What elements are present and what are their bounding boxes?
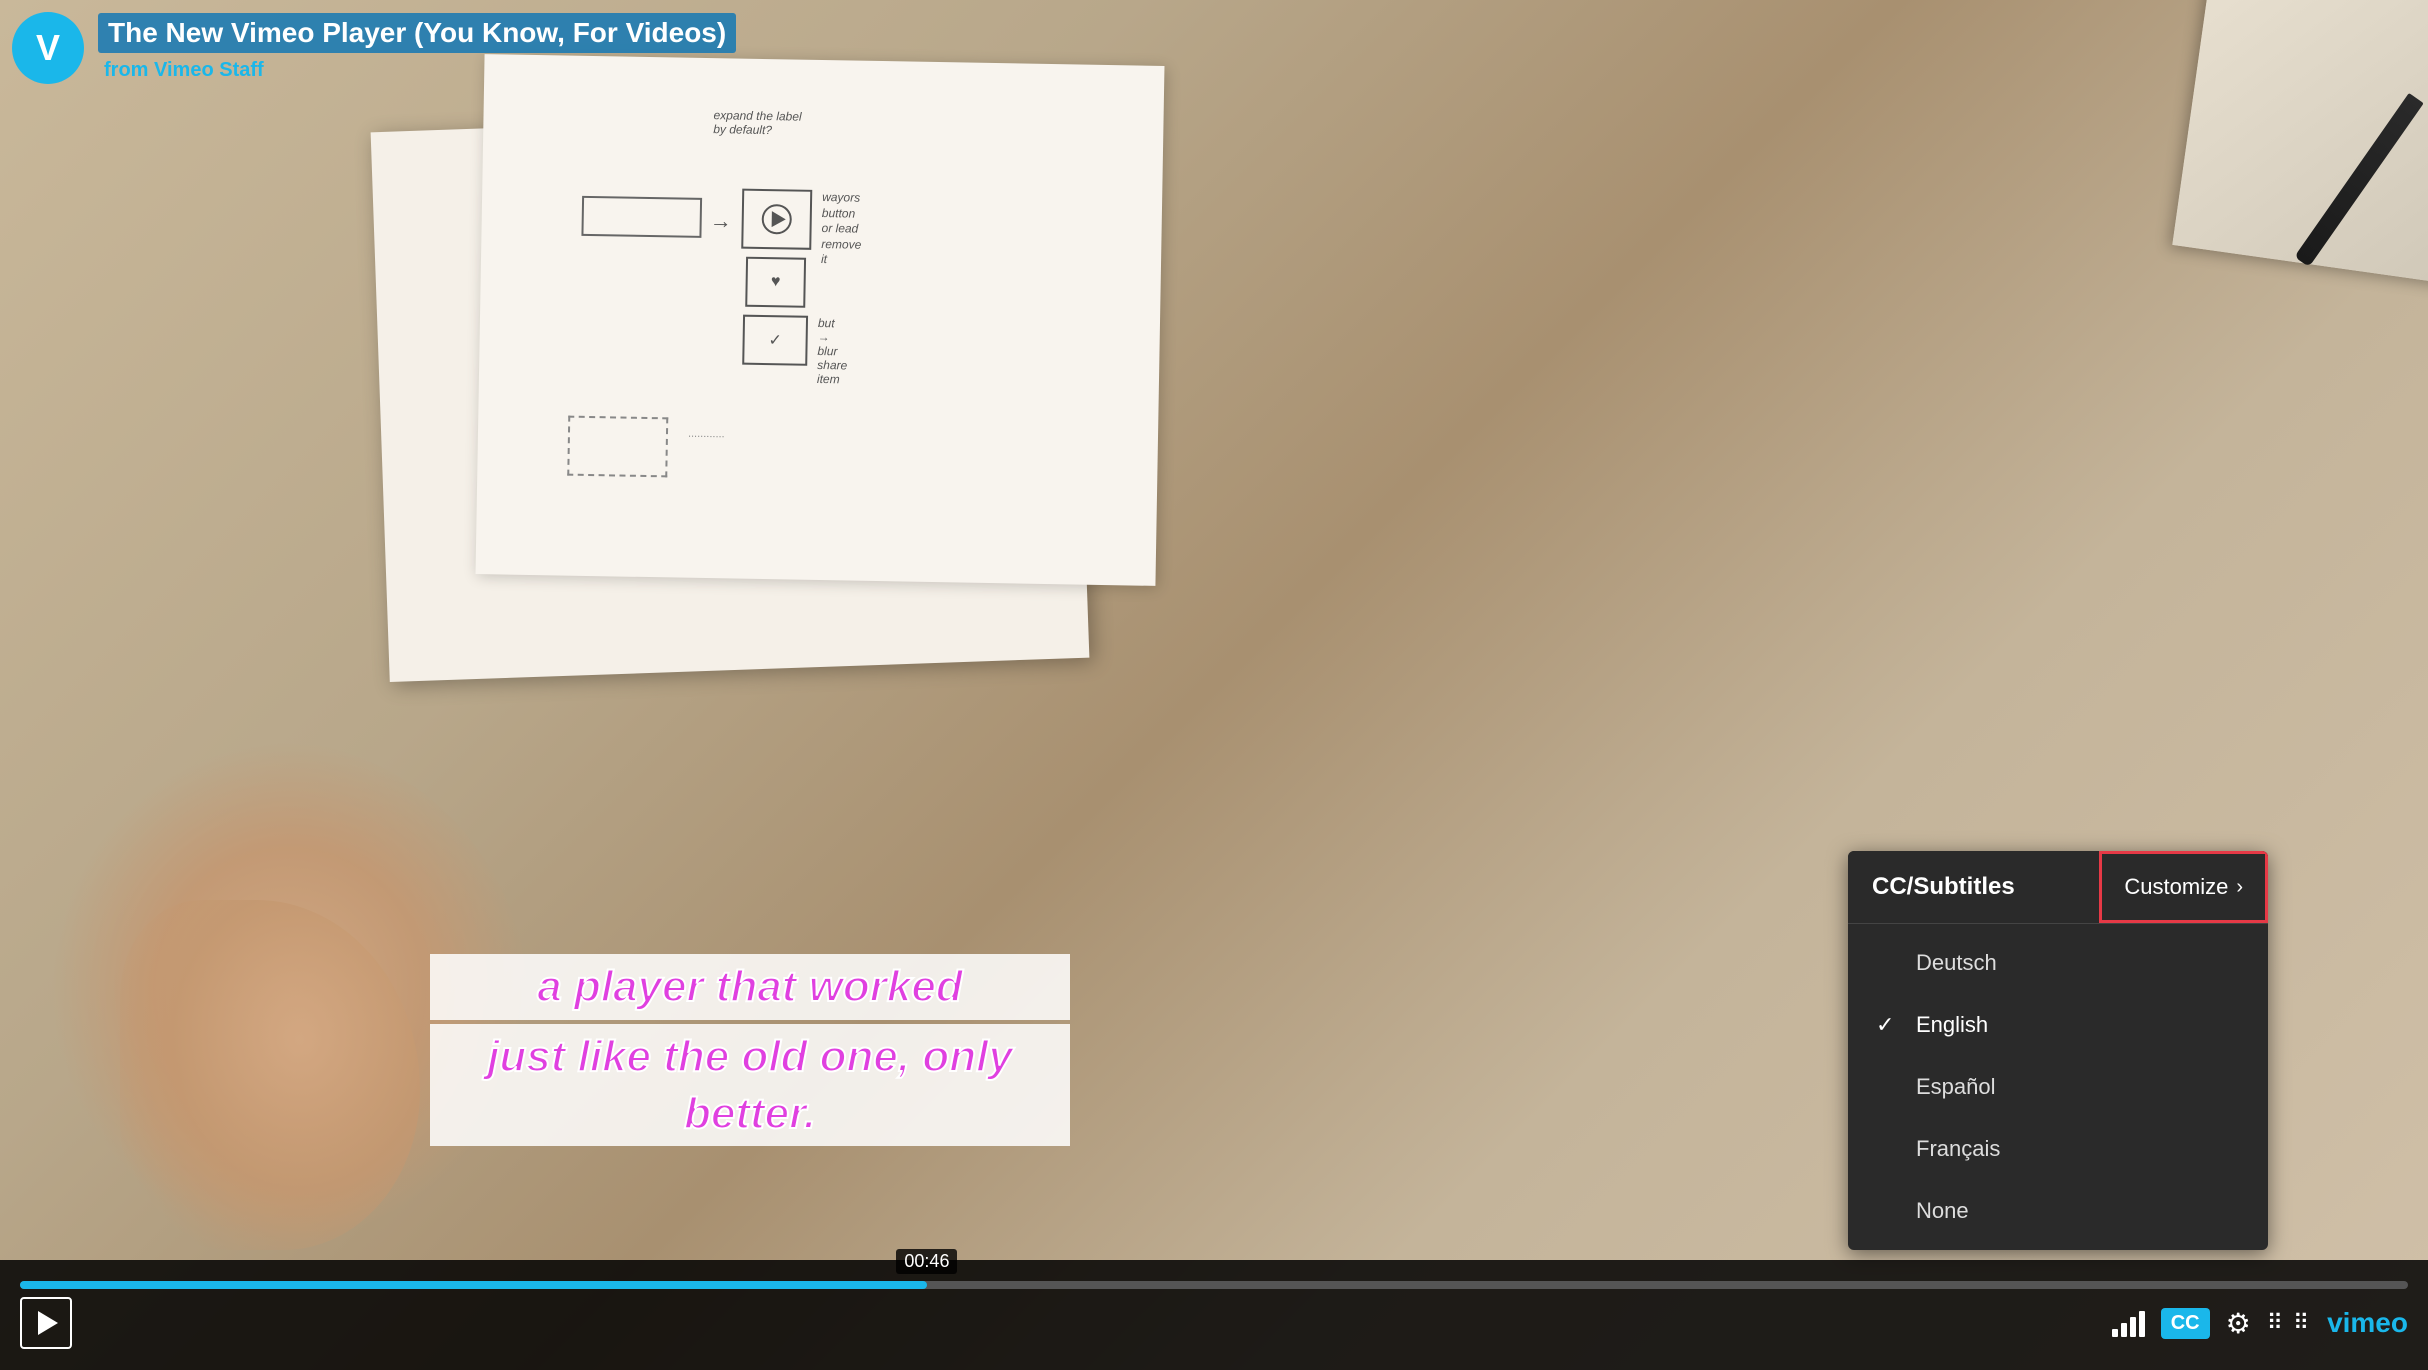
settings-icon[interactable]: ⚙ (2226, 1307, 2251, 1340)
right-controls: CC ⚙ ⠿ ⠿ vimeo (2112, 1307, 2408, 1340)
cc-option-label-none: None (1916, 1198, 1969, 1224)
progress-bar-track[interactable]: 00:46 (20, 1281, 2408, 1289)
volume-bar-1 (2112, 1329, 2118, 1337)
cc-option-english[interactable]: ✓ English (1848, 994, 2268, 1056)
controls-bar: 00:46 CC ⚙ ⠿ ⠿ (0, 1260, 2428, 1370)
cc-option-none[interactable]: None (1848, 1180, 2268, 1242)
video-title-bar: V The New Vimeo Player (You Know, For Vi… (12, 12, 736, 84)
volume-bar-4 (2139, 1311, 2145, 1337)
from-label: from (104, 59, 148, 81)
cc-option-label-deutsch: Deutsch (1916, 950, 1997, 976)
video-sub-title: from Vimeo Staff (98, 57, 736, 84)
cc-options-list: Deutsch ✓ English Español Français None (1848, 924, 2268, 1250)
progress-area: 00:46 (20, 1281, 2408, 1289)
customize-arrow: › (2236, 876, 2243, 899)
time-badge: 00:46 (896, 1249, 957, 1274)
cc-option-francais[interactable]: Français (1848, 1118, 2268, 1180)
volume-bar-3 (2130, 1317, 2136, 1337)
vimeo-v-letter: V (36, 27, 60, 69)
subtitle-line-1: a player that worked (430, 954, 1070, 1019)
cc-panel-title: CC/Subtitles (1848, 851, 2099, 923)
title-text-block: The New Vimeo Player (You Know, For Vide… (98, 13, 736, 84)
channel-name: Vimeo Staff (154, 59, 264, 81)
cc-option-espanol[interactable]: Español (1848, 1056, 2268, 1118)
play-button[interactable] (20, 1297, 72, 1349)
subtitle-overlay: a player that worked just like the old o… (430, 954, 1070, 1150)
vimeo-logo: V (12, 12, 84, 84)
cc-option-deutsch[interactable]: Deutsch (1848, 932, 2268, 994)
cc-subtitles-panel: CC/Subtitles Customize › Deutsch ✓ Engli… (1848, 851, 2268, 1250)
customize-button[interactable]: Customize › (2099, 851, 2268, 923)
controls-row: CC ⚙ ⠿ ⠿ vimeo (20, 1297, 2408, 1349)
vimeo-watermark: vimeo (2327, 1307, 2408, 1339)
grid-icon[interactable]: ⠿ ⠿ (2267, 1310, 2311, 1336)
video-player: → ♥ ✓ expand the labelby default? wayors… (0, 0, 2428, 1370)
cc-option-label-english: English (1916, 1012, 1988, 1038)
volume-icon[interactable] (2112, 1309, 2145, 1337)
progress-bar-fill (20, 1281, 927, 1289)
customize-label: Customize (2124, 874, 2228, 900)
check-mark-english: ✓ (1876, 1012, 1900, 1038)
play-icon (38, 1311, 58, 1335)
cc-panel-header: CC/Subtitles Customize › (1848, 851, 2268, 924)
cc-option-label-francais: Français (1916, 1136, 2000, 1162)
cc-button[interactable]: CC (2161, 1308, 2210, 1339)
paper-sketch-2: → ♥ ✓ expand the labelby default? wayors… (476, 54, 1165, 586)
cc-option-label-espanol: Español (1916, 1074, 1996, 1100)
volume-bar-2 (2121, 1323, 2127, 1337)
video-main-title: The New Vimeo Player (You Know, For Vide… (98, 13, 736, 53)
subtitle-line-2: just like the old one, only better. (430, 1024, 1070, 1146)
